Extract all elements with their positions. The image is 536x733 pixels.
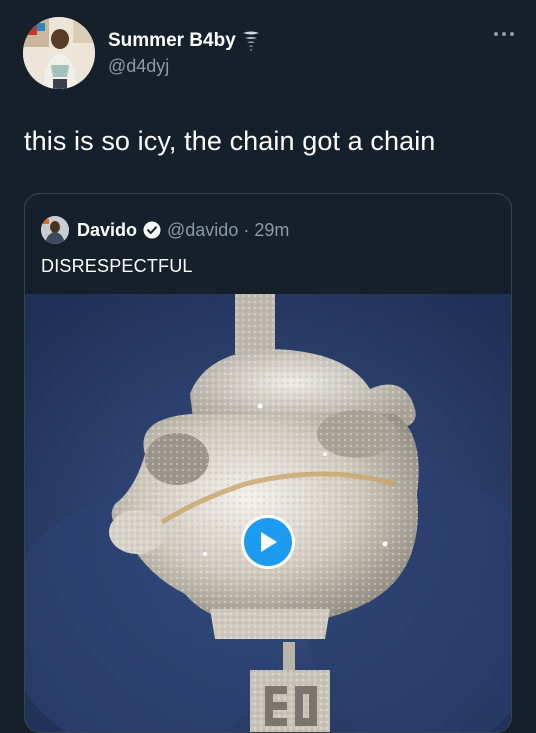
dot	[510, 32, 514, 36]
author-name[interactable]: Summer B4by	[108, 30, 236, 52]
video-thumbnail[interactable]	[25, 294, 511, 732]
verified-badge-icon	[143, 221, 161, 239]
quoted-avatar[interactable]	[41, 216, 69, 244]
quoted-author-name[interactable]: Davido	[77, 220, 137, 241]
author-handle[interactable]: @d4dyj	[108, 56, 169, 77]
dot	[494, 32, 498, 36]
quoted-tweet-text: DISRESPECTFUL	[41, 256, 193, 276]
dot	[502, 32, 506, 36]
more-options-icon[interactable]	[494, 32, 514, 36]
quoted-meta[interactable]: @davido · 29m	[167, 220, 289, 241]
quoted-tweet-header[interactable]: Davido @davido · 29m	[41, 216, 289, 244]
tornado-icon	[242, 30, 260, 52]
tweet-text: this is so icy, the chain got a chain	[24, 126, 436, 156]
avatar[interactable]	[23, 17, 95, 89]
author-name-row[interactable]: Summer B4by	[108, 30, 260, 52]
quoted-tweet[interactable]: Davido @davido · 29m DISRESPECTFUL	[24, 193, 512, 733]
play-icon[interactable]	[241, 515, 295, 569]
